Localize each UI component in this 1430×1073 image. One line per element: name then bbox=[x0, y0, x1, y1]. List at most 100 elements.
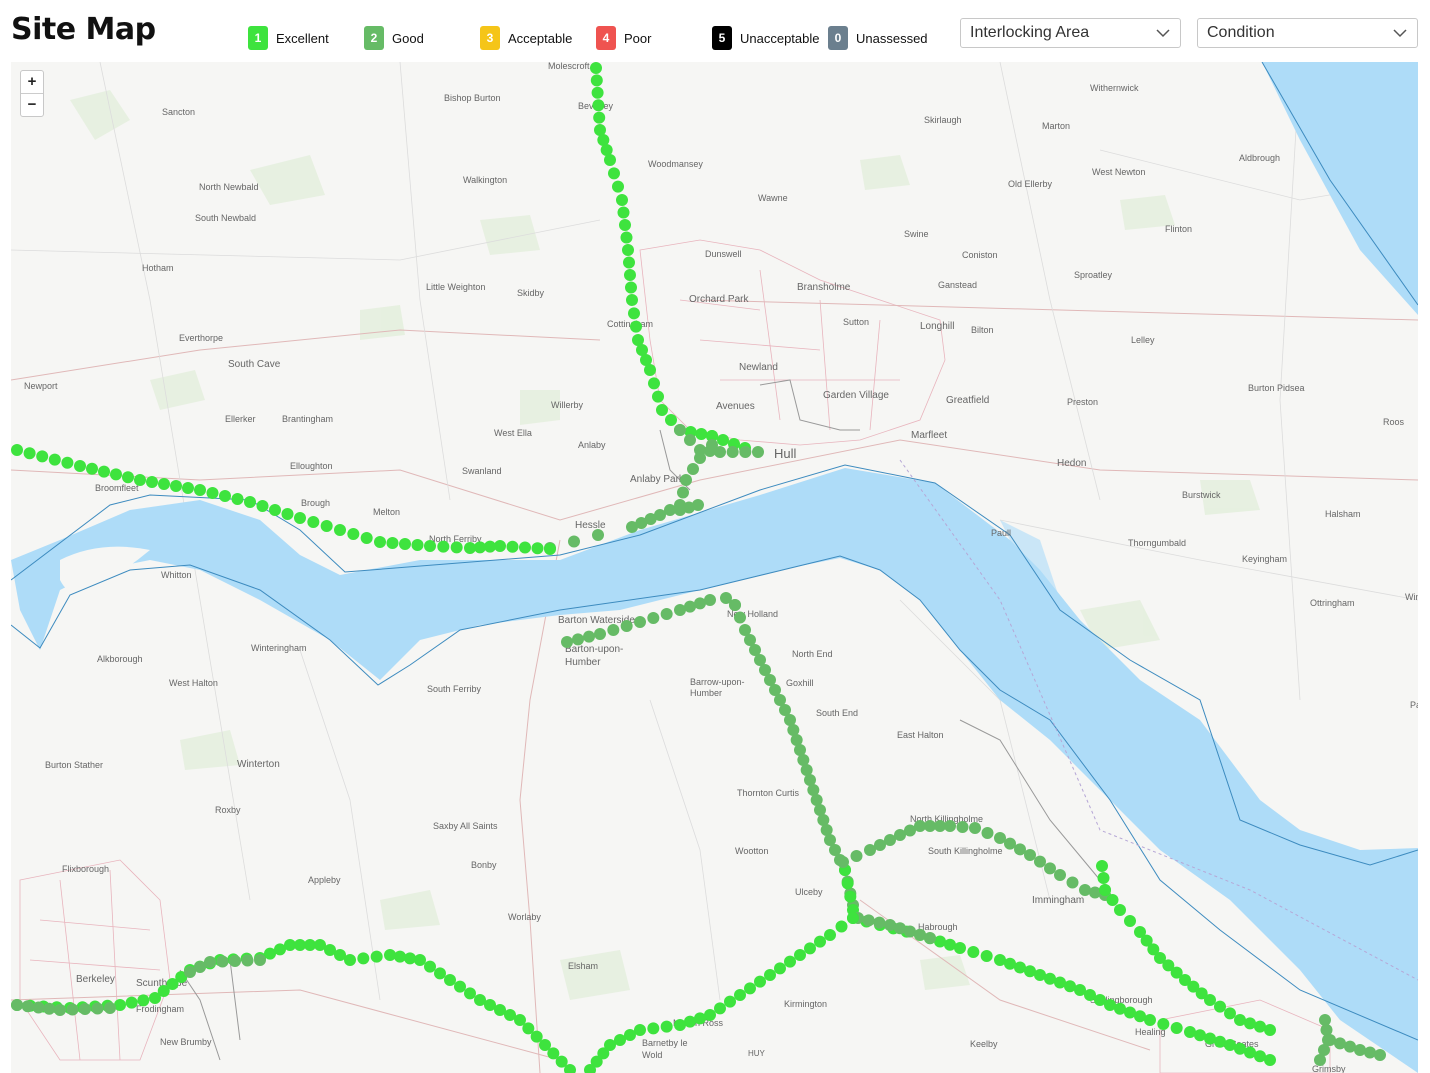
track-marker[interactable] bbox=[717, 434, 729, 446]
track-marker[interactable] bbox=[206, 487, 219, 499]
track-marker[interactable] bbox=[794, 949, 806, 961]
track-marker[interactable] bbox=[374, 536, 386, 548]
track-marker[interactable] bbox=[620, 620, 633, 632]
track-marker[interactable] bbox=[1144, 1014, 1156, 1026]
track-marker[interactable] bbox=[254, 954, 266, 966]
track-marker[interactable] bbox=[54, 1004, 66, 1016]
track-marker[interactable] bbox=[593, 111, 606, 124]
track-marker[interactable] bbox=[824, 929, 836, 941]
track-marker[interactable] bbox=[531, 542, 544, 555]
track-marker[interactable] bbox=[424, 960, 436, 973]
track-marker[interactable] bbox=[66, 1003, 79, 1016]
track-marker[interactable] bbox=[684, 434, 696, 446]
track-marker[interactable] bbox=[411, 539, 424, 551]
track-marker[interactable] bbox=[1044, 862, 1056, 875]
condition-select[interactable]: Condition bbox=[1197, 18, 1418, 48]
track-marker[interactable] bbox=[1079, 884, 1091, 896]
track-marker[interactable] bbox=[1089, 886, 1101, 899]
track-marker[interactable] bbox=[572, 633, 584, 646]
track-marker[interactable] bbox=[434, 967, 446, 980]
track-marker[interactable] bbox=[847, 912, 859, 924]
track-marker[interactable] bbox=[625, 281, 637, 294]
track-marker[interactable] bbox=[841, 877, 854, 890]
track-marker[interactable] bbox=[414, 954, 426, 966]
track-marker[interactable] bbox=[980, 950, 993, 962]
track-marker[interactable] bbox=[241, 954, 254, 967]
track-marker[interactable] bbox=[924, 932, 936, 944]
track-marker[interactable] bbox=[844, 890, 857, 903]
track-marker[interactable] bbox=[1097, 872, 1110, 884]
track-marker[interactable] bbox=[744, 982, 756, 995]
track-marker[interactable] bbox=[604, 154, 616, 166]
track-marker[interactable] bbox=[384, 949, 396, 961]
track-marker[interactable] bbox=[519, 541, 531, 554]
track-marker[interactable] bbox=[21, 1000, 34, 1013]
track-marker[interactable] bbox=[734, 611, 746, 624]
track-marker[interactable] bbox=[506, 540, 519, 553]
track-marker[interactable] bbox=[1114, 904, 1126, 916]
track-marker[interactable] bbox=[43, 1002, 56, 1015]
track-marker[interactable] bbox=[623, 256, 635, 269]
track-marker[interactable] bbox=[590, 62, 602, 74]
track-marker[interactable] bbox=[837, 856, 849, 868]
track-marker[interactable] bbox=[694, 452, 706, 464]
track-marker[interactable] bbox=[244, 496, 256, 508]
map-canvas[interactable]: Molescroft Bishop Burton Beverley Sancto… bbox=[11, 62, 1418, 1073]
track-marker[interactable] bbox=[158, 478, 170, 490]
track-marker[interactable] bbox=[134, 474, 146, 486]
track-marker[interactable] bbox=[1024, 849, 1036, 861]
track-marker[interactable] bbox=[956, 821, 969, 833]
track-marker[interactable] bbox=[194, 484, 206, 496]
track-marker[interactable] bbox=[764, 969, 776, 981]
track-marker[interactable] bbox=[98, 465, 110, 478]
track-marker[interactable] bbox=[729, 599, 741, 611]
track-marker[interactable] bbox=[612, 180, 624, 193]
track-marker[interactable] bbox=[774, 962, 786, 975]
track-marker[interactable] bbox=[624, 269, 636, 281]
track-marker[interactable] bbox=[626, 521, 638, 533]
track-marker[interactable] bbox=[620, 231, 633, 244]
track-marker[interactable] bbox=[494, 540, 506, 552]
track-marker[interactable] bbox=[726, 446, 739, 458]
track-marker[interactable] bbox=[592, 99, 605, 112]
track-marker[interactable] bbox=[334, 524, 346, 536]
track-marker[interactable] bbox=[450, 541, 463, 554]
track-marker[interactable] bbox=[583, 630, 595, 643]
track-marker[interactable] bbox=[695, 428, 708, 440]
track-marker[interactable] bbox=[36, 450, 49, 463]
track-marker[interactable] bbox=[626, 294, 638, 306]
track-marker[interactable] bbox=[394, 950, 406, 963]
track-marker[interactable] bbox=[954, 942, 966, 954]
track-marker[interactable] bbox=[231, 493, 244, 505]
track-marker[interactable] bbox=[294, 512, 306, 524]
track-marker[interactable] bbox=[357, 952, 370, 965]
track-marker[interactable] bbox=[706, 439, 718, 451]
track-marker[interactable] bbox=[724, 995, 736, 1008]
track-marker[interactable] bbox=[454, 980, 466, 993]
track-marker[interactable] bbox=[1374, 1049, 1386, 1061]
track-marker[interactable] bbox=[665, 414, 677, 426]
track-marker[interactable] bbox=[1264, 1024, 1276, 1036]
track-marker[interactable] bbox=[48, 453, 61, 466]
track-marker[interactable] bbox=[399, 538, 411, 550]
track-marker[interactable] bbox=[61, 456, 74, 469]
track-marker[interactable] bbox=[617, 206, 630, 219]
track-marker[interactable] bbox=[216, 955, 229, 968]
track-marker[interactable] bbox=[11, 444, 23, 456]
track-marker[interactable] bbox=[660, 1020, 673, 1033]
track-marker[interactable] bbox=[969, 822, 981, 834]
track-marker[interactable] bbox=[256, 500, 269, 512]
track-marker[interactable] bbox=[850, 850, 863, 862]
track-marker[interactable] bbox=[1224, 1007, 1236, 1020]
track-marker[interactable] bbox=[437, 540, 450, 553]
track-marker[interactable] bbox=[674, 504, 686, 516]
track-marker[interactable] bbox=[91, 1002, 104, 1015]
track-marker[interactable] bbox=[630, 320, 642, 333]
track-marker[interactable] bbox=[656, 404, 668, 416]
track-marker[interactable] bbox=[814, 935, 826, 948]
track-marker[interactable] bbox=[568, 535, 580, 548]
track-marker[interactable] bbox=[804, 942, 816, 955]
track-marker[interactable] bbox=[981, 827, 994, 839]
track-marker[interactable] bbox=[634, 616, 646, 628]
track-marker[interactable] bbox=[32, 1001, 45, 1014]
